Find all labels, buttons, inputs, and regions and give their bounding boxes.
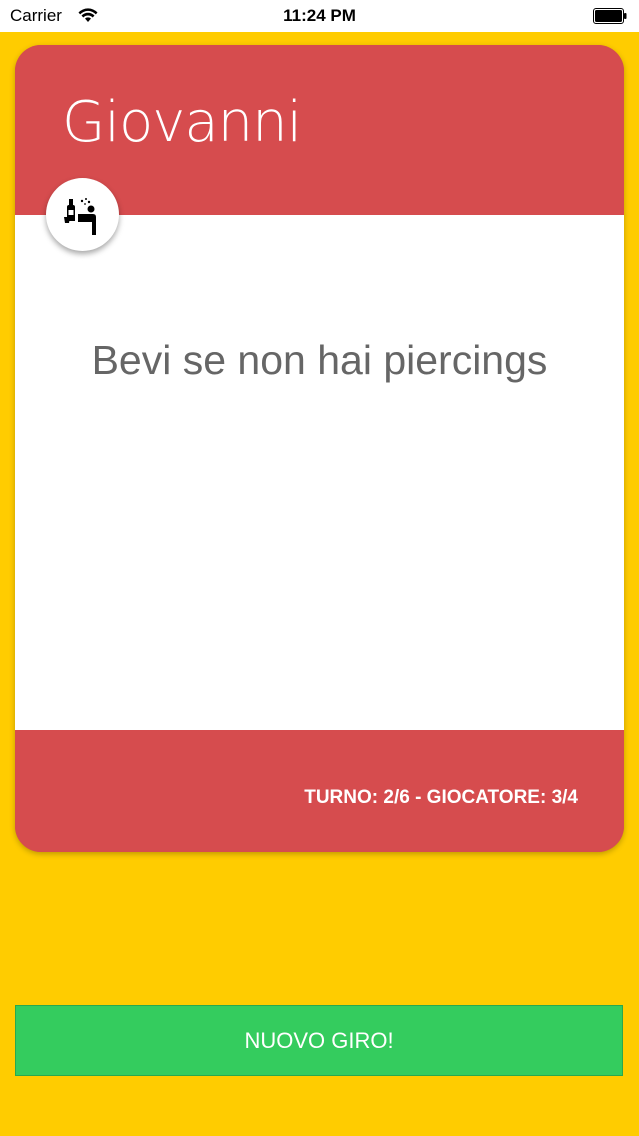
challenge-card: Giovanni Bevi se non hai piercings TURNO… xyxy=(15,45,624,852)
turn-info: TURNO: 2/6 - GIOCATORE: 3/4 xyxy=(304,787,578,808)
card-body: Bevi se non hai piercings xyxy=(15,215,624,730)
battery-icon xyxy=(593,8,627,24)
challenge-text: Bevi se non hai piercings xyxy=(91,337,548,383)
category-badge xyxy=(46,178,119,251)
drinking-person-icon xyxy=(63,197,96,235)
player-name: Giovanni xyxy=(62,90,302,155)
status-clock: 11:24 PM xyxy=(283,6,356,25)
new-round-button[interactable]: NUOVO GIRO! xyxy=(15,1005,623,1076)
status-bar: Carrier 11:24 PM xyxy=(0,0,639,32)
card-footer: TURNO: 2/6 - GIOCATORE: 3/4 xyxy=(15,730,624,852)
